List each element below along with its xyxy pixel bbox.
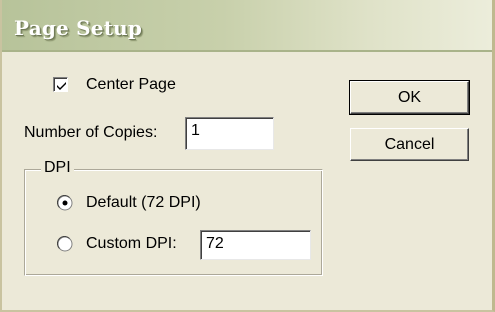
ok-button[interactable]: OK [349, 80, 470, 115]
dialog-title: Page Setup [14, 16, 143, 40]
center-page-checkbox[interactable] [53, 77, 68, 92]
default-dpi-label[interactable]: Default (72 DPI) [86, 194, 201, 212]
radio-unselected-icon[interactable] [57, 236, 73, 252]
page-setup-dialog: Page Setup Center Page Number of Copies:… [0, 0, 495, 312]
radio-selected-icon[interactable] [57, 195, 73, 211]
title-bar[interactable]: Page Setup [2, 0, 492, 52]
cancel-button[interactable]: Cancel [350, 128, 469, 161]
checkmark-icon [57, 82, 66, 90]
custom-dpi-label[interactable]: Custom DPI: [86, 235, 177, 253]
copies-label: Number of Copies: [24, 124, 158, 141]
copies-input[interactable]: 1 [185, 117, 274, 150]
custom-dpi-input[interactable]: 72 [200, 230, 311, 260]
dpi-group-legend: DPI [41, 159, 74, 177]
center-page-label[interactable]: Center Page [86, 76, 176, 94]
title-bar-divider [2, 50, 492, 52]
